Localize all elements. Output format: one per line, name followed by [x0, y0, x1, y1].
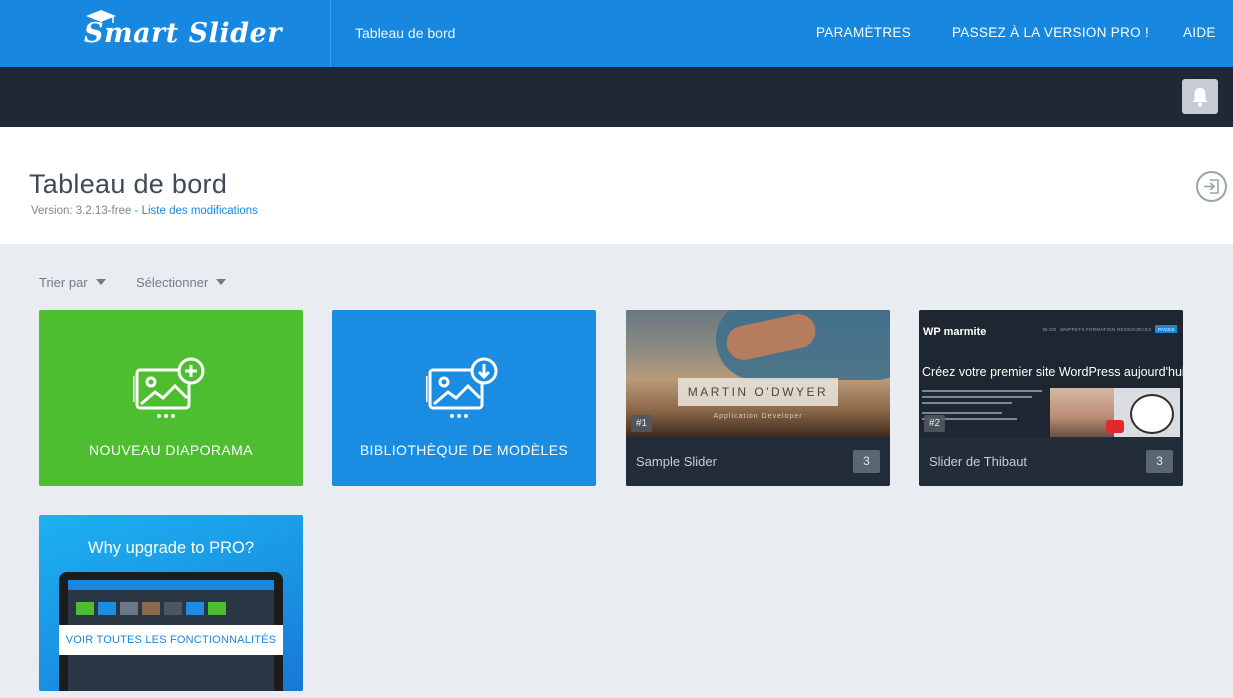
- slider-thumbnail: WP marmite BLOG SNIPPETS FORMATION RESSO…: [919, 310, 1183, 437]
- slider-card-thibaut[interactable]: WP marmite BLOG SNIPPETS FORMATION RESSO…: [919, 310, 1183, 486]
- screen-tile: [76, 602, 94, 615]
- logo-area[interactable]: Smart Slider: [0, 0, 331, 67]
- thumbnail-title: MARTIN O'DWYER: [687, 385, 829, 399]
- screen-tile: [186, 602, 204, 615]
- marmite-pot-icon: [1130, 394, 1174, 434]
- slider-name: Slider de Thibaut: [929, 454, 1028, 469]
- thumbnail-text-line: [922, 390, 1042, 392]
- slider-thumbnail: MARTIN O'DWYER Application Developer #1: [626, 310, 890, 437]
- template-library-card[interactable]: BIBLIOTHÈQUE DE MODÈLES: [332, 310, 596, 486]
- screen-tile: [120, 602, 138, 615]
- thumbnail-video: [1050, 388, 1180, 437]
- page-title: Tableau de bord: [29, 169, 228, 199]
- nav-help[interactable]: AIDE: [1183, 25, 1216, 40]
- version-info: Version: 3.2.13-free - Liste des modific…: [31, 205, 258, 217]
- screen-header: [68, 580, 274, 590]
- changelog-link[interactable]: Liste des modifications: [142, 205, 258, 217]
- page-header: Tableau de bord Version: 3.2.13-free - L…: [0, 127, 1233, 244]
- thumbnail-nav-item: SNIPPETS: [1060, 327, 1085, 332]
- version-text: Version: 3.2.13-free -: [31, 205, 142, 217]
- upgrade-pro-card[interactable]: Why upgrade to PRO? VOIR TOUTES LES FONC…: [39, 515, 303, 691]
- slide-count-badge: 3: [853, 450, 880, 473]
- thumbnail-person: [1050, 388, 1114, 437]
- breadcrumb[interactable]: Tableau de bord: [355, 25, 455, 41]
- slider-id-badge: #1: [631, 415, 652, 432]
- slider-card-sample[interactable]: MARTIN O'DWYER Application Developer #1 …: [626, 310, 890, 486]
- thumbnail-nav-item: FORMATION: [1086, 327, 1116, 332]
- image-add-icon: [133, 357, 205, 418]
- thumbnail-text-line: [922, 396, 1032, 398]
- thumbnail-subtitle: Application Developer: [713, 413, 803, 420]
- image-download-icon: [426, 357, 498, 418]
- notifications-button[interactable]: [1182, 79, 1218, 114]
- new-slider-card[interactable]: NOUVEAU DIAPORAMA: [39, 310, 303, 486]
- new-slider-label: NOUVEAU DIAPORAMA: [89, 442, 253, 458]
- slider-footer: Sample Slider 3: [626, 437, 890, 486]
- thumbnail-nav-item: RESSOURCES: [1117, 327, 1152, 332]
- bell-icon: [1192, 87, 1208, 106]
- thumbnail-nav-item: BLOG: [1043, 327, 1057, 332]
- sort-label: Trier par: [39, 275, 88, 290]
- screen-tile: [208, 602, 226, 615]
- screen-tile: [98, 602, 116, 615]
- slider-name: Sample Slider: [636, 454, 717, 469]
- select-dropdown[interactable]: Sélectionner: [136, 275, 227, 290]
- youtube-play-icon: [1106, 420, 1124, 433]
- app-logo: Smart Slider: [84, 18, 282, 49]
- thumbnail-nav-item: PAGES: [1158, 327, 1175, 332]
- slider-footer: Slider de Thibaut 3: [919, 437, 1183, 486]
- thumbnail-text-line: [922, 402, 1012, 404]
- caret-down-icon: [216, 279, 227, 285]
- slide-count-badge: 3: [1146, 450, 1173, 473]
- exit-icon: [1204, 179, 1219, 194]
- select-label: Sélectionner: [136, 275, 209, 290]
- nav-go-pro[interactable]: PASSEZ À LA VERSION PRO !: [952, 25, 1149, 40]
- nav-settings[interactable]: PARAMÈTRES: [816, 25, 911, 40]
- see-all-features-button[interactable]: VOIR TOUTES LES FONCTIONNALITÉS: [59, 625, 283, 655]
- screen-tile: [164, 602, 182, 615]
- exit-button[interactable]: [1196, 171, 1227, 202]
- thumbnail-logo: WP marmite: [923, 326, 987, 338]
- top-header: Smart Slider Tableau de bord PARAMÈTRES …: [0, 0, 1233, 67]
- sort-dropdown[interactable]: Trier par: [39, 275, 106, 290]
- toolbar: [0, 67, 1233, 127]
- upgrade-title: Why upgrade to PRO?: [88, 539, 254, 557]
- template-library-label: BIBLIOTHÈQUE DE MODÈLES: [359, 442, 569, 458]
- caret-down-icon: [95, 279, 106, 285]
- thumbnail-headline: Créez votre premier site WordPress aujou…: [922, 365, 1183, 379]
- slider-id-badge: #2: [924, 415, 945, 432]
- screen-tile: [142, 602, 160, 615]
- thumbnail-text-line: [922, 412, 1002, 414]
